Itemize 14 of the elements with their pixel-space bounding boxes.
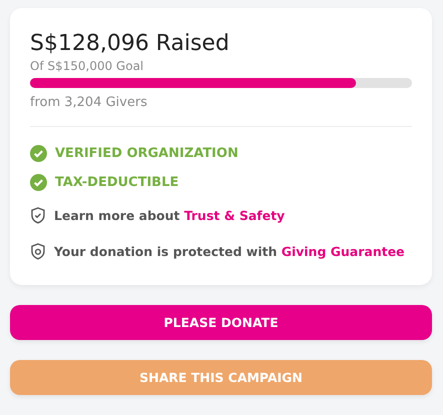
check-circle-icon: [30, 145, 47, 162]
shield-icon: [30, 242, 46, 260]
givers-count: from 3,204 Givers: [30, 95, 148, 110]
feature-label: VERIFIED ORGANIZATION: [55, 146, 238, 161]
shield-check-icon: [30, 206, 46, 224]
goal-amount: Of S$150,000 Goal: [30, 59, 145, 73]
info-link[interactable]: Giving Guarantee: [281, 244, 405, 258]
check-circle-icon: [30, 174, 47, 191]
info-text: Learn more about Trust & Safety: [54, 208, 285, 222]
donate-button[interactable]: PLEASE DONATE: [10, 305, 432, 340]
info-text: Your donation is protected with Giving Guarantee: [54, 244, 405, 258]
amount-raised: S$128,096 Raised: [30, 30, 230, 58]
info-link[interactable]: Trust & Safety: [184, 208, 285, 222]
feature-label: TAX-DEDUCTIBLE: [55, 175, 179, 190]
